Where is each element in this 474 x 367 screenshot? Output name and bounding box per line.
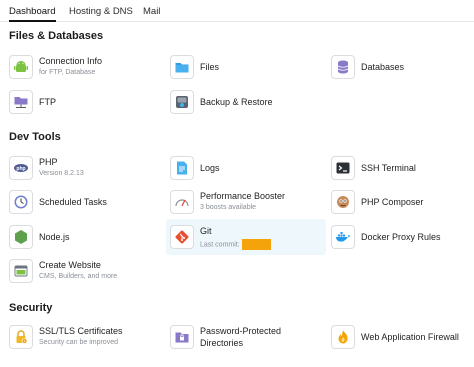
backup-icon	[170, 90, 194, 114]
tool-label: FTP	[39, 97, 56, 107]
clock-icon	[9, 190, 33, 214]
tool-sublabel: CMS, Builders, and more	[39, 273, 118, 280]
tool-label: Node.js	[39, 232, 70, 242]
composer-icon	[331, 190, 355, 214]
tool-label: SSL/TLS Certificates	[39, 326, 123, 336]
tool-php[interactable]: php PHP Version 8.2.13	[9, 154, 159, 184]
section-title-files-databases: Files & Databases	[9, 30, 104, 42]
tool-label: Git	[200, 226, 212, 236]
active-tab-indicator	[9, 20, 56, 22]
tool-connection-info[interactable]: Connection Info for FTP, Database	[9, 53, 159, 83]
tool-ssl-tls-certificates[interactable]: ! SSL/TLS Certificates Security can be i…	[9, 323, 159, 353]
tool-git[interactable]: Git Last commit:	[166, 219, 326, 255]
logs-icon	[170, 156, 194, 180]
tool-ssh-terminal[interactable]: SSH Terminal	[331, 154, 466, 184]
tool-label: SSH Terminal	[361, 163, 416, 173]
tab-hosting-dns[interactable]: Hosting & DNS	[69, 6, 133, 17]
tool-sublabel: for FTP, Database	[39, 69, 96, 76]
nodejs-icon	[9, 225, 33, 249]
tab-mail[interactable]: Mail	[143, 6, 160, 17]
tool-label: Files	[200, 62, 220, 72]
top-tab-bar: Dashboard Hosting & DNS Mail	[0, 0, 474, 22]
lock-icon: !	[9, 325, 33, 349]
fire-icon	[331, 325, 355, 349]
tool-sublabel: Last commit:	[200, 239, 271, 250]
tool-backup-restore[interactable]: Backup & Restore	[170, 88, 320, 118]
ftp-folder-icon	[9, 90, 33, 114]
tool-label: Databases	[361, 62, 405, 72]
tool-label: Scheduled Tasks	[39, 197, 107, 207]
android-icon	[9, 55, 33, 79]
tool-sublabel: 3 boosts available	[200, 204, 257, 211]
tab-dashboard[interactable]: Dashboard	[9, 6, 55, 17]
protected-folder-icon	[170, 325, 194, 349]
tool-sublabel: Security can be improved	[39, 339, 118, 346]
tool-web-application-firewall[interactable]: Web Application Firewall	[331, 323, 471, 353]
tool-logs[interactable]: Logs	[170, 154, 320, 184]
tool-create-website[interactable]: Create Website CMS, Builders, and more	[9, 257, 159, 287]
tool-label: PHP	[39, 157, 58, 167]
tool-databases[interactable]: Databases	[331, 53, 466, 83]
redaction-block	[241, 239, 271, 250]
docker-icon	[331, 225, 355, 249]
tool-sublabel: Version 8.2.13	[39, 170, 84, 177]
tool-performance-booster[interactable]: Performance Booster 3 boosts available	[170, 188, 320, 218]
section-title-dev-tools: Dev Tools	[9, 131, 61, 143]
tool-label-line2: Directories	[200, 338, 244, 348]
tool-label: Create Website	[39, 260, 101, 270]
php-icon: php	[9, 156, 33, 180]
tool-files[interactable]: Files	[170, 53, 320, 83]
tool-password-protected-directories[interactable]: Password-Protected Directories	[170, 323, 320, 353]
tool-label: Backup & Restore	[200, 97, 273, 107]
terminal-icon	[331, 156, 355, 180]
tool-label: Docker Proxy Rules	[361, 232, 441, 242]
tool-label: Web Application Firewall	[361, 332, 459, 342]
tool-label: Performance Booster	[200, 191, 286, 201]
speedometer-icon	[170, 190, 194, 214]
tool-nodejs[interactable]: Node.js	[9, 223, 159, 253]
tool-label: Password-Protected	[200, 326, 282, 336]
tool-scheduled-tasks[interactable]: Scheduled Tasks	[9, 188, 159, 218]
website-icon	[9, 259, 33, 283]
tool-label: Logs	[200, 163, 220, 173]
database-icon	[331, 55, 355, 79]
git-icon	[170, 225, 194, 249]
tool-label: Connection Info	[39, 56, 103, 66]
tool-label: PHP Composer	[361, 197, 424, 207]
svg-text:php: php	[16, 166, 25, 172]
tool-ftp[interactable]: FTP	[9, 88, 159, 118]
folder-icon	[170, 55, 194, 79]
svg-text:!: !	[24, 340, 25, 344]
tool-php-composer[interactable]: PHP Composer	[331, 188, 466, 218]
tool-docker-proxy-rules[interactable]: Docker Proxy Rules	[331, 223, 466, 253]
section-title-security: Security	[9, 302, 53, 314]
